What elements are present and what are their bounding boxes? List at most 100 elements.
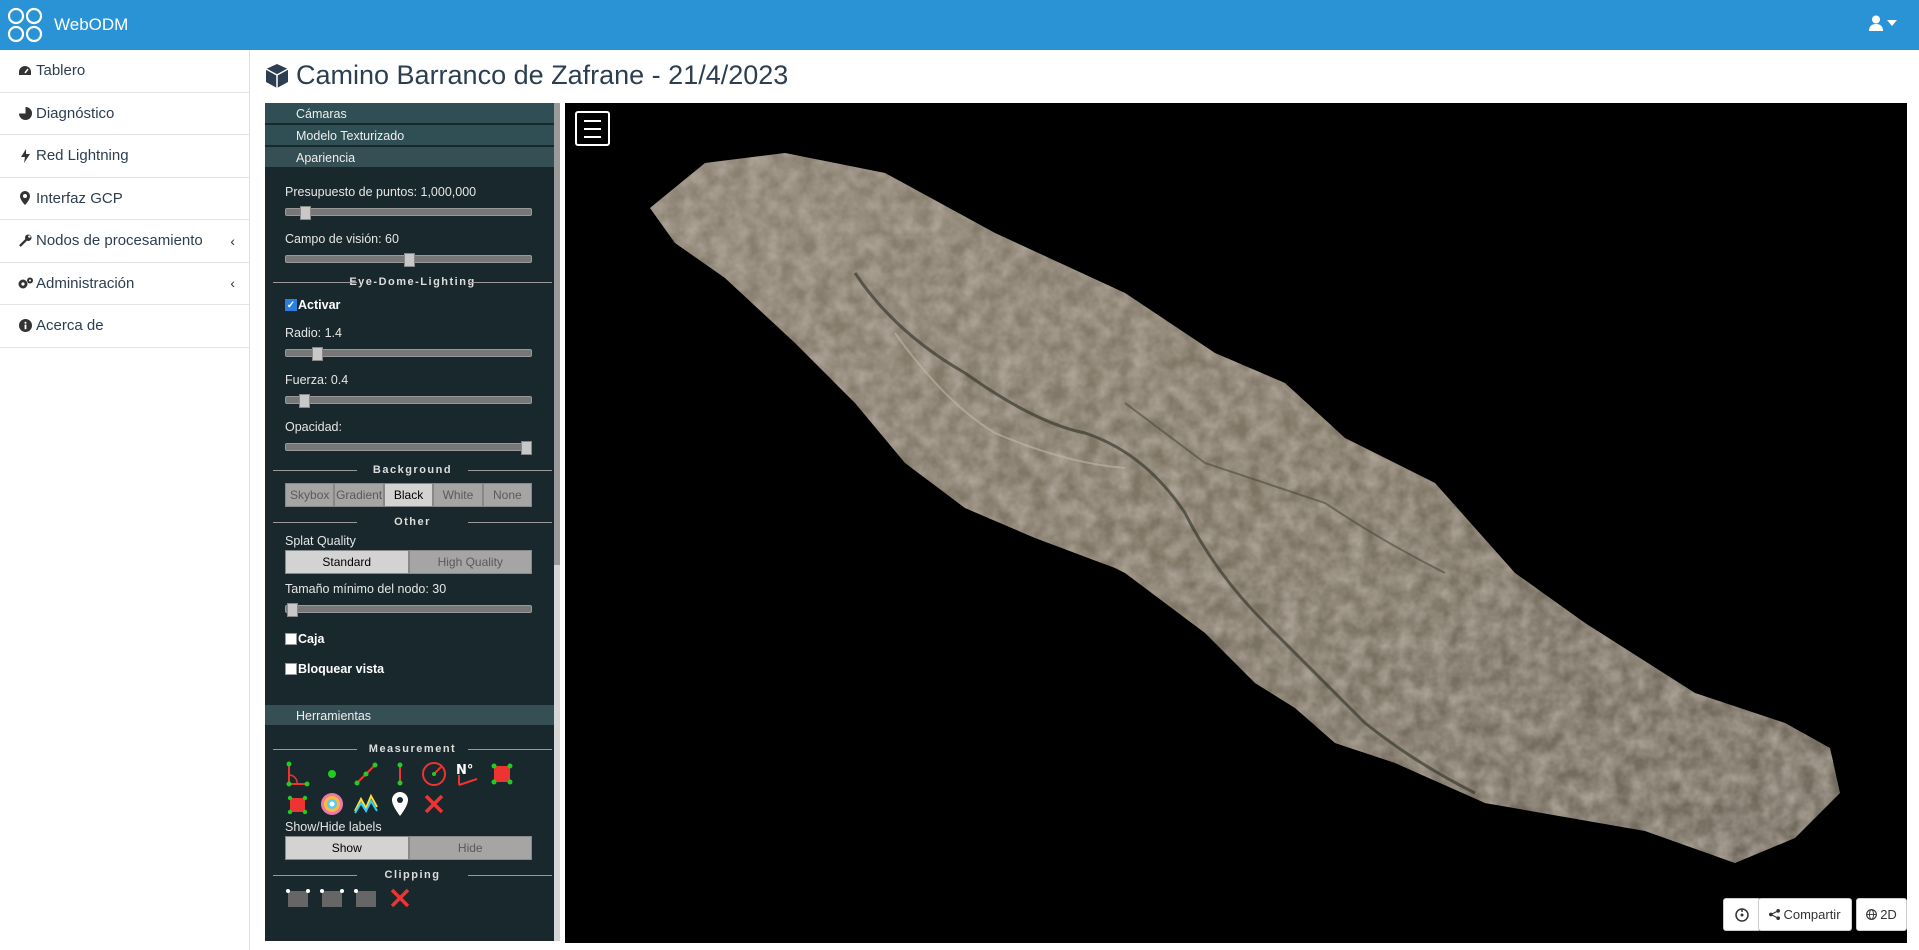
- point-measure-icon[interactable]: [319, 761, 345, 787]
- sidebar-item-label: Interfaz GCP: [36, 189, 123, 207]
- section-tools[interactable]: Herramientas: [265, 705, 560, 727]
- sidebar-item-administration[interactable]: Administración ‹: [0, 263, 249, 305]
- sphere-volume-icon[interactable]: [319, 791, 345, 817]
- clipping-header: Clipping: [273, 869, 552, 881]
- splat-high-quality-button[interactable]: High Quality: [408, 550, 532, 574]
- measurement-tools-row-2: [265, 791, 560, 817]
- min-node-size-slider[interactable]: [285, 603, 532, 617]
- cogs-icon: [16, 277, 34, 290]
- sidebar-item-label: Diagnóstico: [36, 104, 115, 122]
- sidebar-item-diagnostics[interactable]: Diagnóstico: [0, 93, 249, 135]
- slider-knob[interactable]: [299, 394, 310, 408]
- chevron-left-icon: ‹: [230, 232, 235, 249]
- height-measure-icon[interactable]: [387, 761, 413, 787]
- slider-knob[interactable]: [404, 253, 415, 267]
- sidebar-item-dashboard[interactable]: Tablero: [0, 50, 249, 93]
- sidebar-item-gcp-interface[interactable]: Interfaz GCP: [0, 178, 249, 220]
- page-title: Camino Barranco de Zafrane - 21/4/2023: [264, 60, 788, 91]
- view-2d-button[interactable]: 2D: [1856, 898, 1907, 931]
- radius-slider[interactable]: [285, 347, 532, 361]
- panel-scrollbar[interactable]: [554, 103, 560, 941]
- clipping-tools-row: [265, 885, 560, 911]
- chevron-left-icon: ‹: [230, 275, 235, 292]
- sidebar-item-label: Tablero: [36, 62, 86, 80]
- other-header: Other: [273, 516, 552, 528]
- section-appearance[interactable]: Apariencia: [265, 147, 560, 169]
- hide-labels-button[interactable]: Hide: [408, 836, 532, 860]
- section-textured-model[interactable]: Modelo Texturizado: [265, 125, 560, 147]
- lock-view-checkbox[interactable]: Bloquear vista: [265, 662, 560, 676]
- pie-chart-icon: [16, 106, 34, 120]
- view-2d-label: 2D: [1880, 907, 1897, 922]
- slider-knob[interactable]: [521, 441, 532, 455]
- background-skybox-button[interactable]: Skybox: [285, 483, 335, 507]
- background-black-button[interactable]: Black: [383, 483, 434, 507]
- user-icon: [1869, 15, 1883, 31]
- slider-knob[interactable]: [287, 603, 298, 617]
- webodm-logo-icon: [7, 7, 43, 43]
- edl-header: Eye-Dome-Lighting: [273, 276, 552, 288]
- background-none-button[interactable]: None: [482, 483, 533, 507]
- azimuth-measure-icon[interactable]: N°: [455, 761, 481, 787]
- circle-measure-icon[interactable]: [421, 761, 447, 787]
- clip-volume-icon[interactable]: [285, 885, 311, 911]
- sidebar-item-processing-nodes[interactable]: Nodos de procesamiento ‹: [0, 220, 249, 263]
- menu-bar: [584, 127, 601, 130]
- distance-measure-icon[interactable]: [353, 761, 379, 787]
- sidebar: Tablero Diagnóstico Red Lightning Interf…: [0, 50, 250, 950]
- splat-quality-label: Splat Quality: [285, 534, 356, 548]
- wrench-icon: [16, 234, 34, 248]
- annotation-marker-icon[interactable]: [387, 791, 413, 817]
- brand[interactable]: WebODM: [0, 6, 128, 44]
- user-menu[interactable]: [1869, 15, 1897, 31]
- checkbox-unchecked-icon[interactable]: [285, 633, 297, 645]
- splat-standard-button[interactable]: Standard: [285, 550, 409, 574]
- sidebar-item-label: Nodos de procesamiento: [36, 232, 203, 250]
- sidebar-toggle-button[interactable]: [575, 111, 610, 146]
- remove-clipping-icon[interactable]: [387, 885, 413, 911]
- crosshair-icon: [1735, 907, 1749, 922]
- volume-measure-icon[interactable]: [285, 791, 311, 817]
- camera-info-button[interactable]: [1723, 898, 1761, 931]
- angle-measure-icon[interactable]: [285, 761, 311, 787]
- globe-icon: [1866, 909, 1878, 920]
- background-white-button[interactable]: White: [433, 483, 483, 507]
- area-measure-icon[interactable]: [489, 761, 515, 787]
- checkbox-label: Bloquear vista: [298, 662, 385, 676]
- point-cloud-viewer[interactable]: Compartir 2D: [565, 103, 1907, 943]
- point-cloud-render[interactable]: [565, 103, 1907, 943]
- map-marker-icon: [16, 191, 34, 206]
- sidebar-item-red-lightning[interactable]: Red Lightning: [0, 135, 249, 178]
- dashboard-icon: [16, 65, 34, 77]
- clip-polygon-icon[interactable]: [319, 885, 345, 911]
- fov-slider[interactable]: [285, 253, 532, 267]
- labels-selector: Show Hide: [285, 836, 532, 860]
- background-header: Background: [273, 464, 552, 476]
- checkbox-checked-icon[interactable]: ✓: [285, 299, 297, 311]
- clip-screen-icon[interactable]: [353, 885, 379, 911]
- min-node-size-label: Tamaño mínimo del nodo: 30: [285, 582, 447, 596]
- share-icon: [1769, 909, 1781, 920]
- show-labels-button[interactable]: Show: [285, 836, 409, 860]
- slider-knob[interactable]: [300, 206, 311, 220]
- checkbox-unchecked-icon[interactable]: [285, 663, 297, 675]
- box-checkbox[interactable]: Caja: [265, 632, 560, 646]
- remove-measurements-icon[interactable]: [421, 791, 447, 817]
- opacity-slider[interactable]: [285, 441, 532, 455]
- point-budget-slider[interactable]: [285, 206, 532, 220]
- background-gradient-button[interactable]: Gradient: [334, 483, 384, 507]
- edl-enable-checkbox[interactable]: ✓ Activar: [265, 298, 560, 312]
- potree-settings-panel: Cámaras Modelo Texturizado Apariencia Pr…: [265, 103, 560, 941]
- strength-slider[interactable]: [285, 394, 532, 408]
- sidebar-item-about[interactable]: Acerca de: [0, 305, 249, 348]
- scrollbar-thumb[interactable]: [554, 103, 560, 565]
- background-selector: Skybox Gradient Black White None: [285, 483, 533, 507]
- height-profile-icon[interactable]: [353, 791, 379, 817]
- slider-knob[interactable]: [312, 347, 323, 361]
- brand-name: WebODM: [54, 15, 129, 34]
- share-button[interactable]: Compartir: [1758, 898, 1852, 931]
- section-cameras[interactable]: Cámaras: [265, 103, 560, 125]
- checkbox-label: Activar: [298, 298, 341, 312]
- labels-toggle-label: Show/Hide labels: [285, 820, 382, 834]
- share-label: Compartir: [1783, 907, 1841, 922]
